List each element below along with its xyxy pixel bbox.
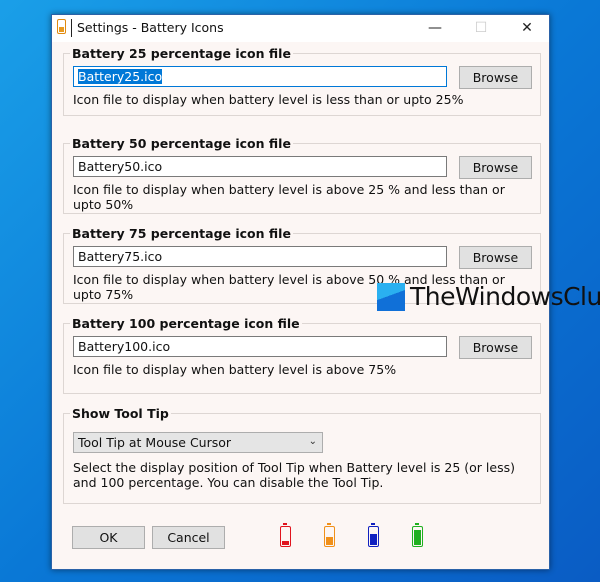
tooltip-position-select[interactable]: Tool Tip at Mouse Cursor ⌄	[73, 432, 323, 453]
browse-button-25[interactable]: Browse	[459, 66, 532, 89]
select-value: Tool Tip at Mouse Cursor	[78, 435, 232, 450]
battery-75-file-input[interactable]: Battery75.ico	[73, 246, 447, 267]
group-label: Battery 50 percentage icon file	[70, 136, 293, 151]
battery-75-icon	[368, 523, 379, 547]
close-button[interactable]: ✕	[504, 15, 550, 42]
tooltip-description: Select the display position of Tool Tip …	[73, 460, 515, 490]
battery-app-icon	[57, 19, 66, 34]
group-label: Battery 25 percentage icon file	[70, 46, 293, 61]
minimize-button[interactable]: —	[412, 15, 458, 42]
input-value: Battery25.ico	[78, 69, 163, 84]
battery-25-icon	[280, 523, 291, 547]
title-bar[interactable]: Settings - Battery Icons — ☐ ✕	[52, 15, 549, 42]
chevron-down-icon: ⌄	[308, 436, 317, 447]
battery-cap	[371, 523, 375, 525]
cancel-button[interactable]: Cancel	[152, 526, 225, 549]
battery-level-fill	[414, 530, 421, 545]
battery-100-group: Battery 100 percentage icon file Battery…	[63, 316, 541, 394]
battery-50-group: Battery 50 percentage icon file Battery5…	[63, 136, 541, 214]
battery-50-icon	[324, 523, 335, 547]
tooltip-group: Show Tool Tip Tool Tip at Mouse Cursor ⌄…	[63, 406, 541, 504]
battery-25-group: Battery 25 percentage icon file Battery2…	[63, 46, 541, 116]
group-description: Icon file to display when battery level …	[73, 182, 505, 212]
battery-cap	[327, 523, 331, 525]
battery-50-file-input[interactable]: Battery50.ico	[73, 156, 447, 177]
group-label: Show Tool Tip	[70, 406, 171, 421]
battery-cap	[283, 523, 287, 525]
battery-level-fill	[370, 534, 377, 545]
window-title: Settings - Battery Icons	[77, 20, 224, 35]
battery-100-file-input[interactable]: Battery100.ico	[73, 336, 447, 357]
title-separator	[71, 19, 72, 37]
browse-button-100[interactable]: Browse	[459, 336, 532, 359]
battery-cap	[415, 523, 419, 525]
windows-logo-icon	[377, 283, 405, 311]
battery-100-icon	[412, 523, 423, 547]
group-label: Battery 75 percentage icon file	[70, 226, 293, 241]
battery-level-fill	[282, 541, 289, 545]
maximize-button: ☐	[474, 20, 488, 36]
battery-level-fill	[326, 537, 333, 545]
watermark-text: TheWindowsClub	[410, 282, 600, 311]
group-description: Icon file to display when battery level …	[73, 362, 397, 377]
battery-25-file-input[interactable]: Battery25.ico	[73, 66, 447, 87]
ok-button[interactable]: OK	[72, 526, 145, 549]
group-description: Icon file to display when battery level …	[73, 92, 464, 107]
group-label: Battery 100 percentage icon file	[70, 316, 302, 331]
browse-button-75[interactable]: Browse	[459, 246, 532, 269]
browse-button-50[interactable]: Browse	[459, 156, 532, 179]
